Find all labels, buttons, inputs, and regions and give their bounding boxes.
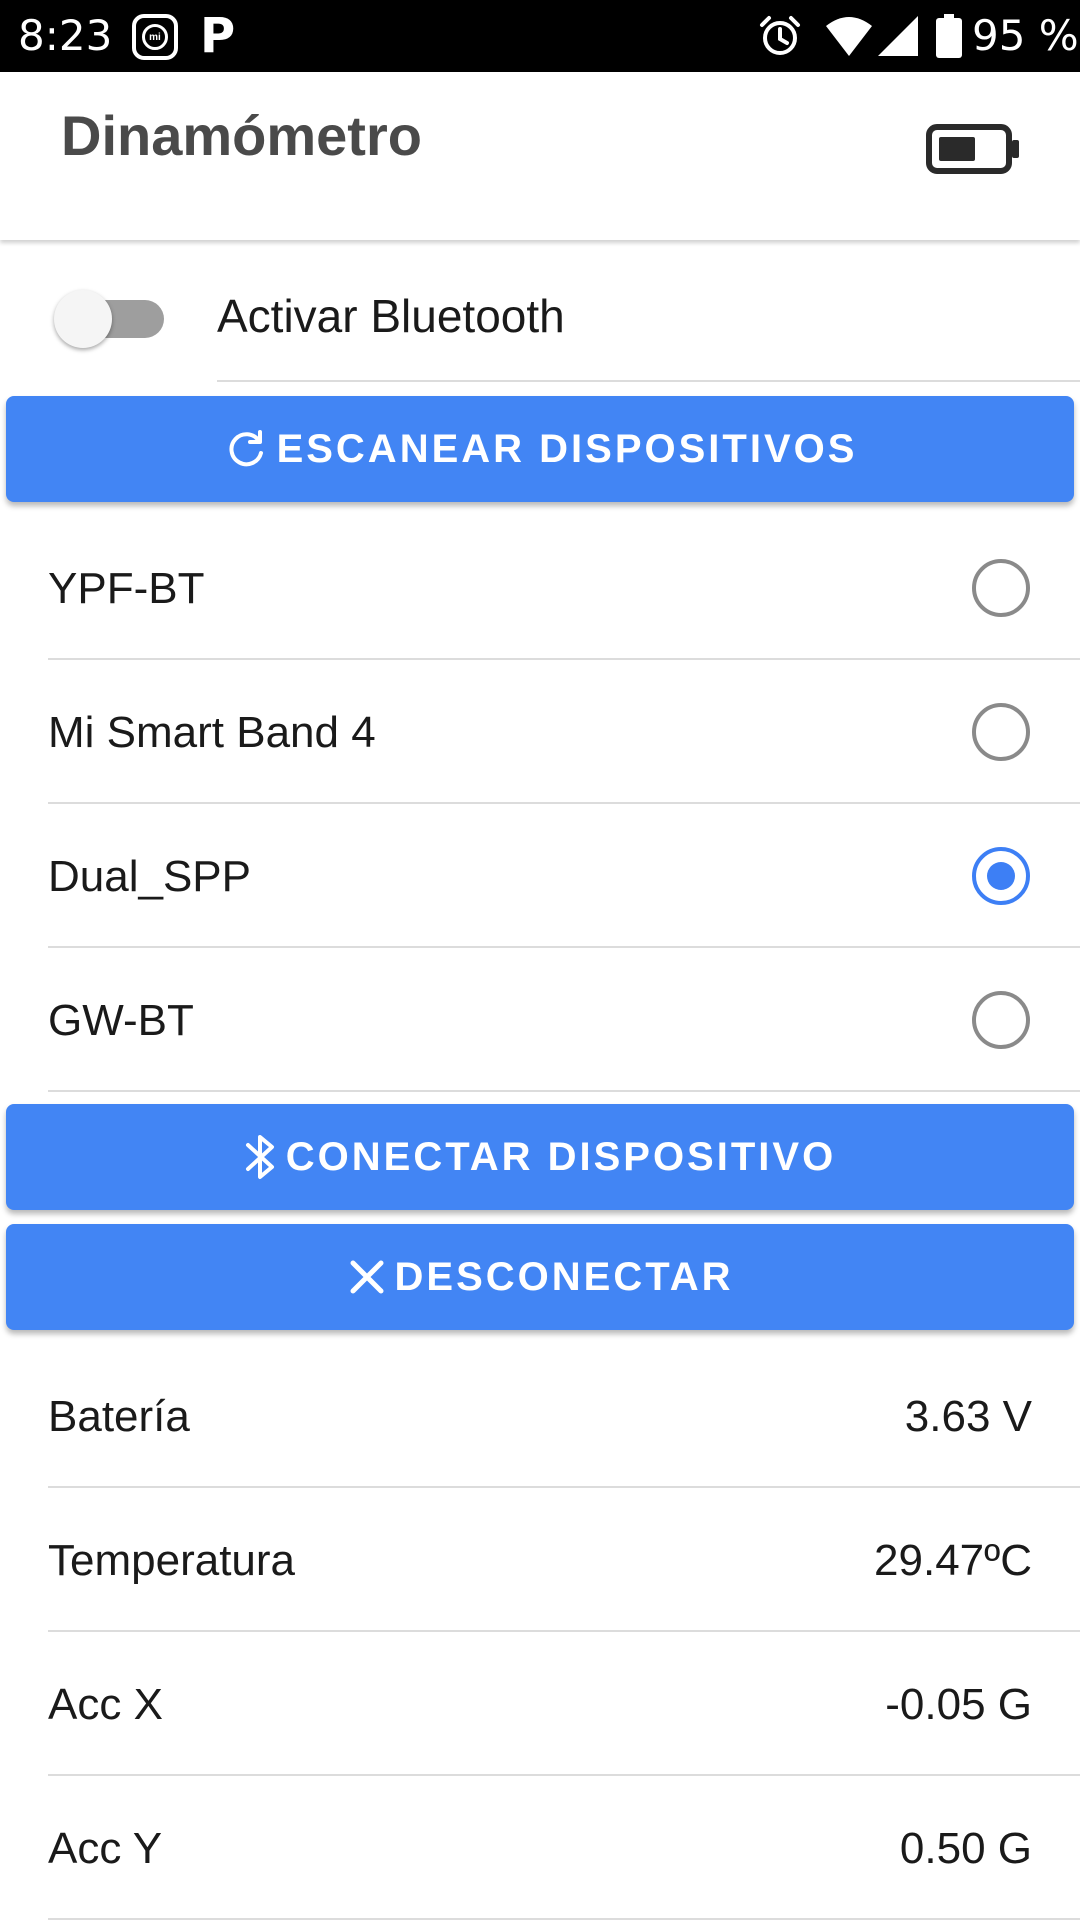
reading-acc-x: Acc X -0.05 G xyxy=(0,1632,1080,1776)
wifi-icon xyxy=(826,16,872,61)
app-bar: Dinamómetro xyxy=(0,72,1080,240)
device-name: GW-BT xyxy=(48,996,194,1045)
reading-value: 3.63 V xyxy=(904,1392,1032,1441)
reading-value: 29.47ºC xyxy=(874,1536,1032,1585)
reading-label: Temperatura xyxy=(48,1536,296,1585)
page-title: Dinamómetro xyxy=(61,104,422,167)
bluetooth-toggle-row: Activar Bluetooth xyxy=(0,240,1080,382)
mi-app-icon: mi xyxy=(132,14,178,60)
reading-label: Acc Y xyxy=(48,1824,163,1873)
scan-devices-button[interactable]: ESCANEAR DISPOSITIVOS xyxy=(6,396,1074,502)
readings-list: Batería 3.63 V Temperatura 29.47ºC Acc X… xyxy=(0,1344,1080,1920)
device-item-ypf-bt[interactable]: YPF-BT xyxy=(0,516,1080,660)
divider xyxy=(217,380,1080,382)
reading-value: -0.05 G xyxy=(885,1680,1032,1729)
reading-value: 0.50 G xyxy=(899,1824,1032,1873)
device-name: Dual_SPP xyxy=(48,852,252,901)
device-item-gw-bt[interactable]: GW-BT xyxy=(0,948,1080,1092)
close-icon xyxy=(347,1257,387,1297)
device-name: YPF-BT xyxy=(48,564,205,613)
device-radio[interactable] xyxy=(972,703,1030,761)
mi-logo: mi xyxy=(142,24,168,50)
status-bar: 8:23 mi P 95 % xyxy=(0,0,1080,72)
device-radio-selected[interactable] xyxy=(972,847,1030,905)
device-item-mi-smart-band-4[interactable]: Mi Smart Band 4 xyxy=(0,660,1080,804)
device-item-dual-spp[interactable]: Dual_SPP xyxy=(0,804,1080,948)
bluetooth-toggle[interactable] xyxy=(54,288,164,348)
disconnect-button[interactable]: DESCONECTAR xyxy=(6,1224,1074,1330)
signal-icon xyxy=(878,16,918,61)
reading-battery: Batería 3.63 V xyxy=(0,1344,1080,1488)
disconnect-label: DESCONECTAR xyxy=(394,1255,734,1299)
connect-device-button[interactable]: CONECTAR DISPOSITIVO xyxy=(6,1104,1074,1210)
device-name: Mi Smart Band 4 xyxy=(48,708,376,757)
device-radio[interactable] xyxy=(972,991,1030,1049)
reading-temperature: Temperatura 29.47ºC xyxy=(0,1488,1080,1632)
refresh-icon xyxy=(223,426,269,472)
bluetooth-icon xyxy=(244,1131,278,1183)
bluetooth-label: Activar Bluetooth xyxy=(217,290,565,342)
divider xyxy=(48,1090,1080,1092)
battery-percent: 95 % xyxy=(972,11,1079,60)
reading-acc-y: Acc Y 0.50 G xyxy=(0,1776,1080,1920)
status-time: 8:23 xyxy=(18,11,113,60)
device-list: YPF-BT Mi Smart Band 4 Dual_SPP GW-BT xyxy=(0,516,1080,1092)
device-radio[interactable] xyxy=(972,559,1030,617)
alarm-icon xyxy=(758,14,802,63)
parking-icon: P xyxy=(200,8,236,64)
scan-devices-label: ESCANEAR DISPOSITIVOS xyxy=(276,427,858,471)
reading-label: Batería xyxy=(48,1392,190,1441)
battery-icon xyxy=(926,124,1020,179)
toggle-thumb xyxy=(54,290,112,348)
connect-device-label: CONECTAR DISPOSITIVO xyxy=(285,1135,837,1179)
battery-icon xyxy=(936,14,962,63)
reading-label: Acc X xyxy=(48,1680,163,1729)
